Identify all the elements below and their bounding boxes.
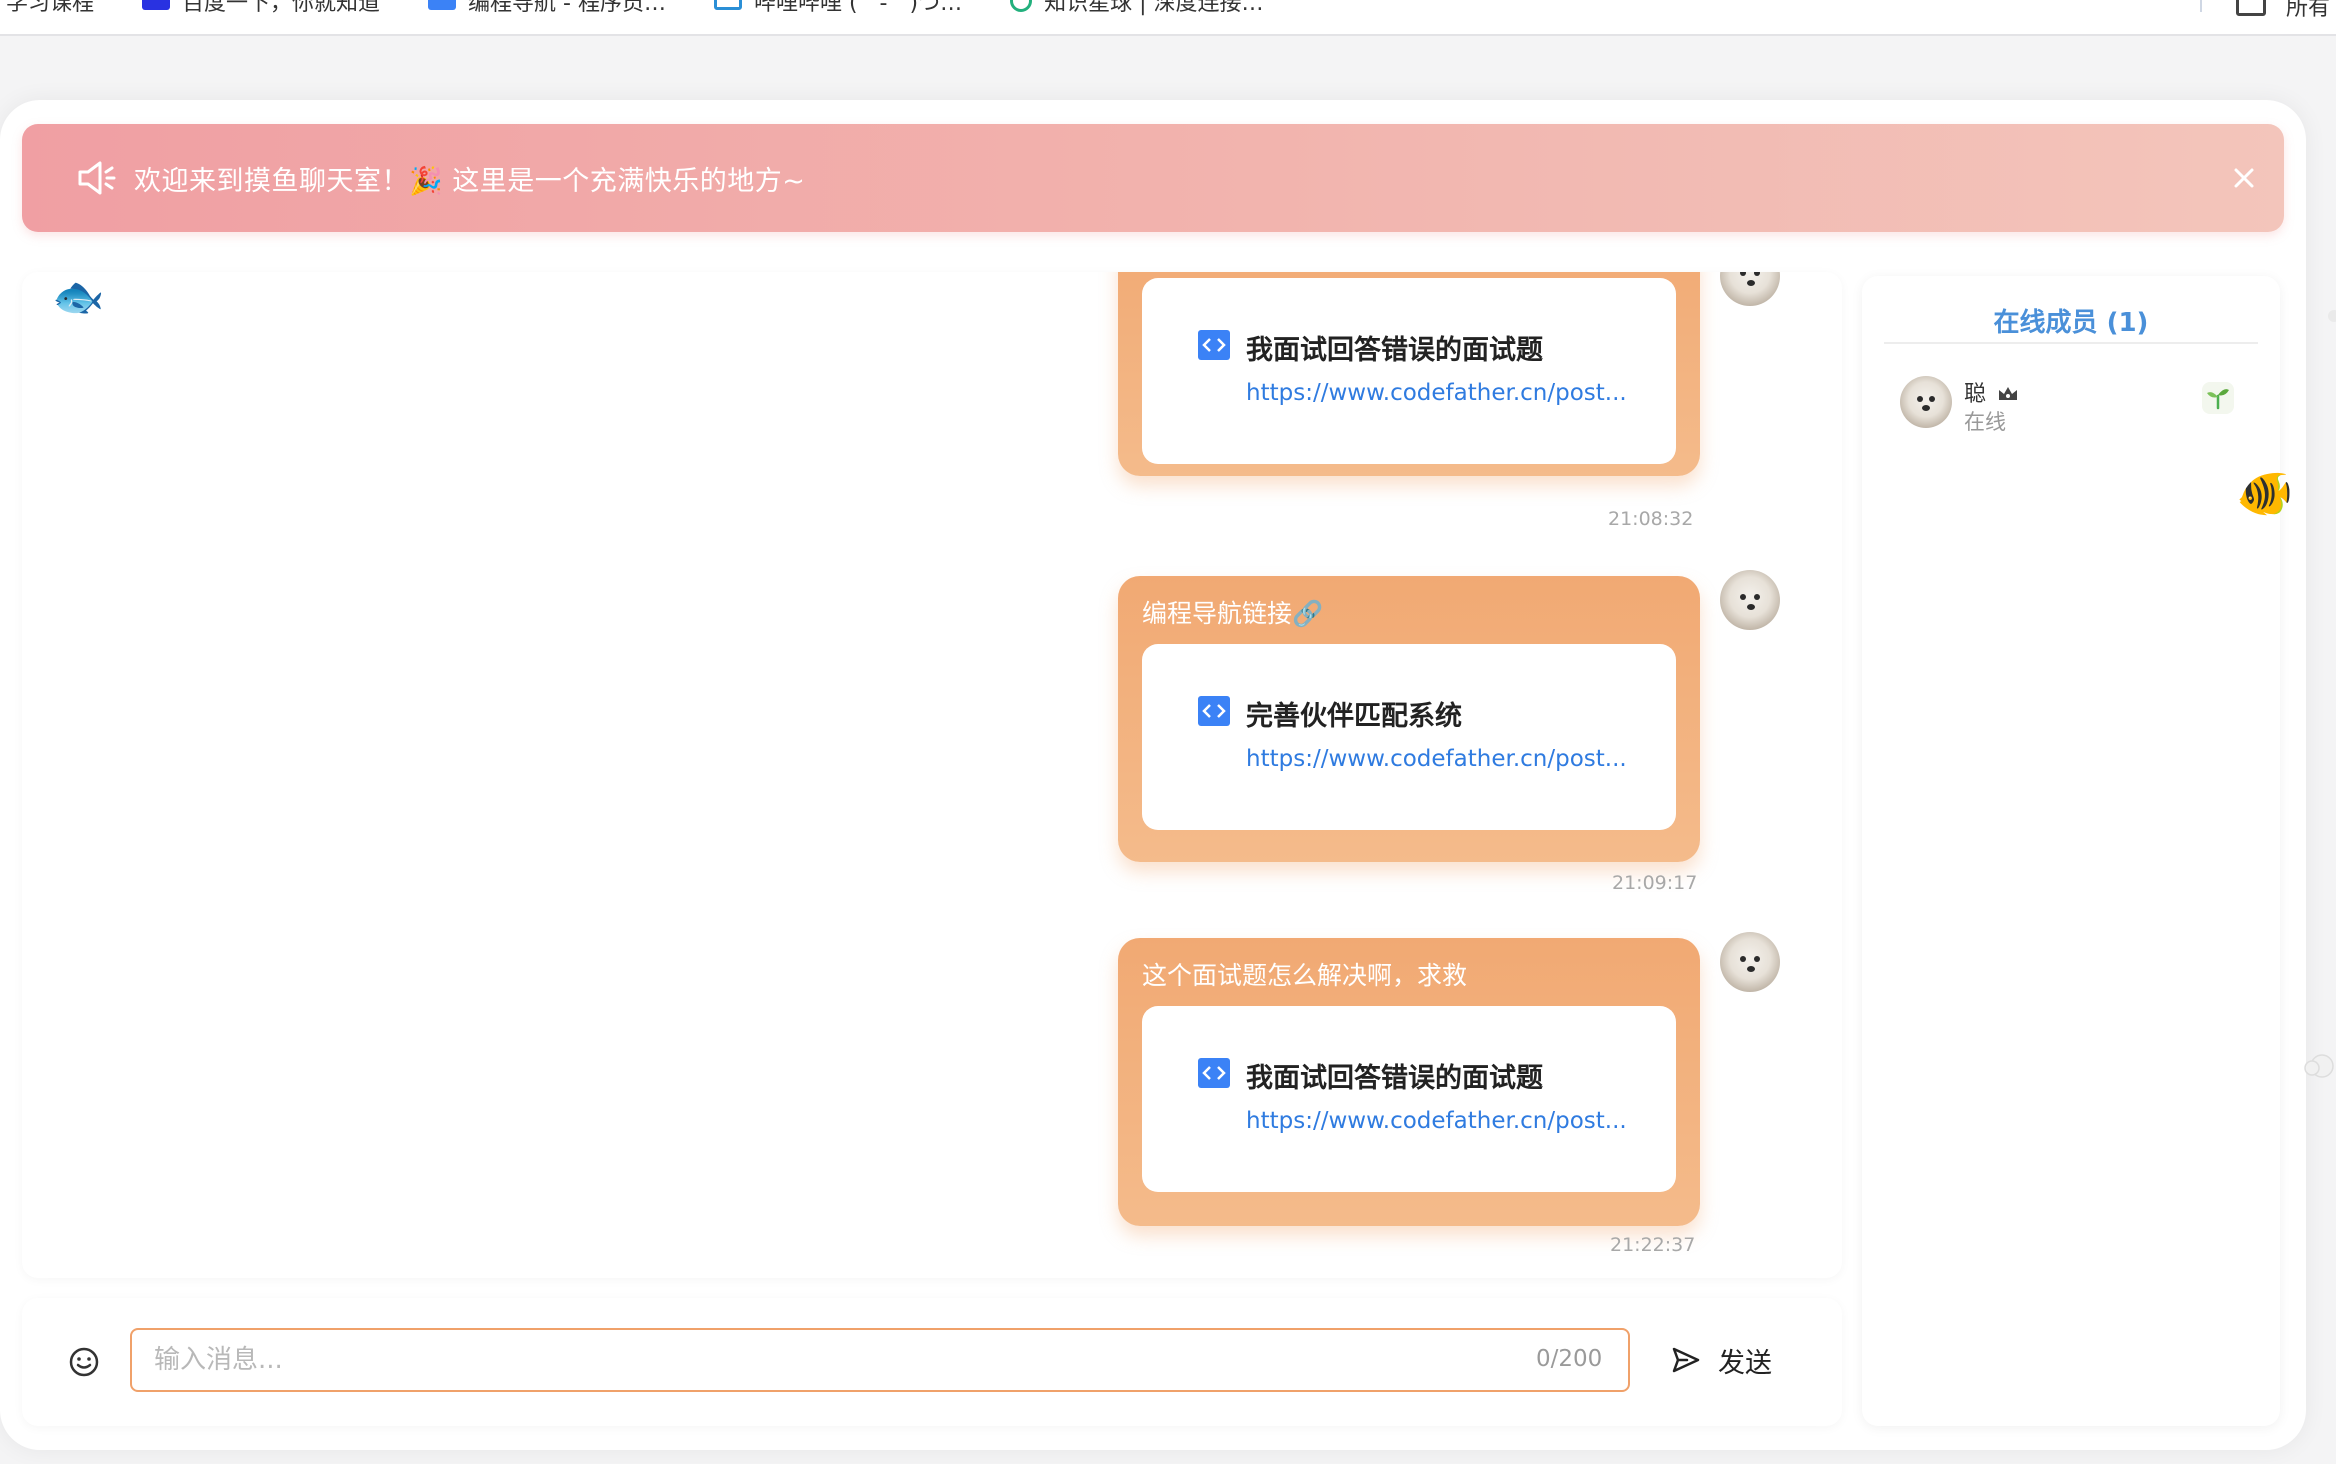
avatar[interactable] bbox=[1720, 932, 1780, 992]
close-icon[interactable] bbox=[2226, 160, 2262, 196]
bookmark-folder-label: 所有 bbox=[2286, 0, 2331, 21]
member-status: 在线 bbox=[1964, 410, 2006, 434]
send-icon bbox=[1672, 1347, 1700, 1373]
card-title: 我面试回答错误的面试题 bbox=[1246, 335, 1543, 366]
card-title: 我面试回答错误的面试题 bbox=[1246, 1063, 1543, 1094]
code-nav-icon bbox=[1198, 696, 1230, 726]
member-name: 聪 bbox=[1964, 382, 1987, 407]
baidu-icon bbox=[142, 0, 171, 10]
avatar bbox=[1900, 376, 1952, 428]
link-card[interactable]: 我面试回答错误的面试题 https://www.codefather.cn/po… bbox=[1142, 1006, 1676, 1192]
message-time: 21:22:37 bbox=[1610, 1234, 1696, 1256]
card-link[interactable]: https://www.codefather.cn/post... bbox=[1246, 746, 1627, 772]
chat-app: 欢迎来到摸鱼聊天室！🎉 这里是一个充满快乐的地方~ 🐟 我面试回答错误的面试题 … bbox=[0, 100, 2306, 1450]
bookmark-folder[interactable]: 所有 bbox=[2236, 0, 2330, 22]
link-card[interactable]: 完善伙伴匹配系统 https://www.codefather.cn/post.… bbox=[1142, 644, 1676, 830]
message-bubble: 编程导航链接🔗 完善伙伴匹配系统 https://www.codefather.… bbox=[1118, 576, 1700, 862]
avatar[interactable] bbox=[1720, 272, 1780, 306]
card-title: 完善伙伴匹配系统 bbox=[1246, 701, 1462, 732]
send-label: 发送 bbox=[1718, 1347, 1772, 1379]
bookmark-item[interactable]: 知识星球 | 深度连接… bbox=[1010, 0, 1263, 16]
emoji-icon[interactable] bbox=[66, 1344, 102, 1380]
bookmark-label: 学习课程 bbox=[6, 0, 95, 16]
divider bbox=[1884, 342, 2258, 344]
bookmark-label: 哔哩哔哩 (゜-゜)つ… bbox=[753, 0, 963, 16]
input-bar: 0/200 发送 bbox=[22, 1298, 1842, 1426]
crown-icon bbox=[1999, 387, 2018, 400]
bookmark-label: 编程导航 - 程序员… bbox=[468, 0, 666, 16]
code-nav-icon bbox=[428, 0, 457, 10]
bookmark-item[interactable]: 学习课程 bbox=[6, 0, 94, 16]
bookmark-item[interactable]: 哔哩哔哩 (゜-゜)つ… bbox=[713, 0, 962, 16]
bookmarks-bar: 学习课程 百度一下，你就知道 编程导航 - 程序员… 哔哩哔哩 (゜-゜)つ… … bbox=[0, 0, 2336, 36]
bilibili-icon bbox=[713, 0, 742, 10]
message-bubble: 我面试回答错误的面试题 https://www.codefather.cn/po… bbox=[1118, 272, 1700, 476]
message-list[interactable]: 🐟 我面试回答错误的面试题 https://www.codefather.cn/… bbox=[22, 272, 1842, 1278]
member-item[interactable]: 聪 在线 bbox=[1900, 376, 2250, 434]
message-text: 编程导航链接🔗 bbox=[1142, 599, 1324, 628]
notice-banner: 欢迎来到摸鱼聊天室！🎉 这里是一个充满快乐的地方~ bbox=[22, 124, 2284, 232]
link-card[interactable]: 我面试回答错误的面试题 https://www.codefather.cn/po… bbox=[1142, 278, 1676, 464]
bookmark-label: 知识星球 | 深度连接… bbox=[1044, 0, 1264, 16]
notice-text: 欢迎来到摸鱼聊天室！🎉 这里是一个充满快乐的地方~ bbox=[134, 165, 806, 197]
speaker-icon bbox=[78, 161, 116, 195]
bookmark-separator bbox=[2200, 0, 2202, 12]
card-link[interactable]: https://www.codefather.cn/post... bbox=[1246, 380, 1627, 406]
message-bubble: 这个面试题怎么解决啊，求救 我面试回答错误的面试题 https://www.co… bbox=[1118, 938, 1700, 1226]
fish-decoration: 🐟 bbox=[52, 272, 105, 321]
avatar[interactable] bbox=[1720, 570, 1780, 630]
code-nav-icon bbox=[1198, 330, 1230, 360]
cloud-icon bbox=[2304, 1054, 2334, 1078]
bookmark-item[interactable]: 编程导航 - 程序员… bbox=[428, 0, 666, 16]
folder-icon bbox=[2236, 0, 2266, 16]
fish-decoration: 🐠 bbox=[2236, 466, 2294, 520]
decoration-icon bbox=[2328, 310, 2336, 322]
online-members-panel: 在线成员 (1) 聪 在线 bbox=[1862, 276, 2280, 1426]
online-members-title: 在线成员 (1) bbox=[1993, 308, 2149, 338]
bookmark-label: 百度一下，你就知道 bbox=[182, 0, 381, 16]
sprout-icon bbox=[2202, 382, 2234, 414]
card-link[interactable]: https://www.codefather.cn/post... bbox=[1246, 1108, 1627, 1134]
member-name-row: 聪 bbox=[1964, 376, 2019, 408]
zsxq-icon bbox=[1010, 0, 1033, 12]
message-text: 这个面试题怎么解决啊，求救 bbox=[1142, 961, 1468, 990]
code-nav-icon bbox=[1198, 1058, 1230, 1088]
bookmark-item[interactable]: 百度一下，你就知道 bbox=[142, 0, 380, 16]
send-button[interactable]: 发送 bbox=[1670, 1332, 1800, 1388]
message-input[interactable] bbox=[130, 1328, 1630, 1392]
message-time: 21:09:17 bbox=[1612, 872, 1698, 894]
char-counter: 0/200 bbox=[1536, 1346, 1603, 1372]
message-time: 21:08:32 bbox=[1608, 508, 1694, 530]
